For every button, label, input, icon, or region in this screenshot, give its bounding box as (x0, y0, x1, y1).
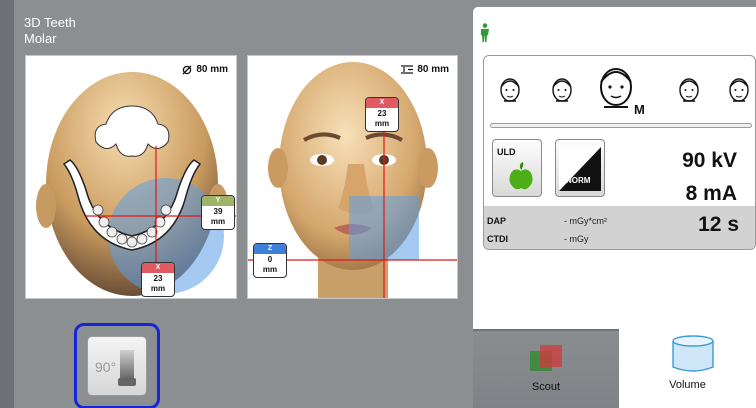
badge-axis-y: Y (202, 196, 234, 206)
badge-unit-z: mm (262, 265, 278, 274)
top-view-image (36, 72, 236, 296)
tab-scout[interactable]: Scout (473, 329, 619, 408)
fov-diameter-label: 80 mm (182, 64, 228, 75)
scout-icon (530, 345, 562, 371)
badge-value-z: 0 (267, 255, 273, 264)
measure-badge-x-top[interactable]: X 23 mm (141, 262, 175, 297)
dap-value: - mGy*cm² (564, 216, 607, 226)
top-view-panel[interactable]: 80 mm Y 39 mm X 23 mm (25, 55, 237, 299)
badge-axis-x-front: X (366, 98, 398, 108)
badge-unit-y: mm (210, 217, 226, 226)
apple-icon (509, 162, 533, 190)
left-edge (0, 0, 14, 408)
badge-unit-x-top: mm (150, 284, 166, 293)
uld-label: ULD (497, 147, 516, 157)
badge-value-x-front: 23 (377, 109, 387, 118)
patient-size-xs-icon[interactable] (498, 76, 522, 106)
dap-label: DAP (487, 216, 507, 226)
ctdi-label: CTDI (487, 234, 508, 244)
badge-axis-x-top: X (142, 263, 174, 273)
norm-button[interactable]: NORM (555, 139, 605, 197)
norm-label: NORM (566, 176, 591, 185)
badge-value-x-top: 23 (153, 274, 163, 283)
diameter-icon (182, 65, 192, 74)
exam-title: 3D Teeth Molar (24, 15, 76, 47)
front-view-panel[interactable]: 80 mm X 23 mm Z 0 mm (247, 55, 458, 299)
person-icon (481, 23, 489, 42)
exposure-time: 12 s (698, 213, 739, 236)
fov-diameter-value: 80 mm (196, 64, 228, 75)
patient-size-slider[interactable] (490, 123, 752, 128)
measure-badge-x-front[interactable]: X 23 mm (365, 97, 399, 132)
patient-size-xl-icon[interactable] (727, 76, 751, 106)
dose-info: DAP - mGy*cm² CTDI - mGy 12 s (484, 206, 755, 249)
patient-size-m-icon[interactable] (596, 65, 636, 113)
kv-value[interactable]: 90 kV (682, 149, 737, 173)
badge-value-y: 39 (213, 207, 223, 216)
patient-size-selector[interactable]: M (484, 56, 755, 122)
ctdi-value: - mGy (564, 234, 589, 244)
rotate-selection-outline: 90° (74, 323, 160, 408)
badge-axis-z: Z (254, 244, 286, 254)
ma-value[interactable]: 8 mA (686, 182, 737, 206)
tab-volume[interactable]: Volume (619, 329, 756, 408)
patient-size-label: M (634, 102, 645, 117)
cylinder-icon (672, 335, 714, 372)
tab-scout-label: Scout (531, 381, 561, 393)
tab-volume-label: Volume (669, 379, 706, 391)
fov-height-label: 80 mm (401, 64, 449, 75)
uld-button[interactable]: ULD (492, 139, 542, 197)
fov-height-value: 80 mm (417, 64, 449, 75)
exposure-settings-box: M ULD NORM 90 kV 8 mA DAP - mGy*cm² CTDI… (483, 55, 756, 250)
badge-unit-x-front: mm (374, 119, 390, 128)
height-icon (401, 65, 414, 74)
rotate-90-label: 90° (95, 359, 117, 375)
patient-size-s-icon[interactable] (550, 76, 574, 106)
rotate-90-button[interactable]: 90° (87, 336, 147, 396)
exam-title-line2: Molar (24, 31, 57, 46)
measure-badge-z[interactable]: Z 0 mm (253, 243, 287, 278)
patient-size-l-icon[interactable] (677, 76, 701, 106)
exam-title-line1: 3D Teeth (24, 15, 76, 30)
measure-badge-y[interactable]: Y 39 mm (201, 195, 235, 230)
rotate-90-icon (118, 350, 136, 386)
